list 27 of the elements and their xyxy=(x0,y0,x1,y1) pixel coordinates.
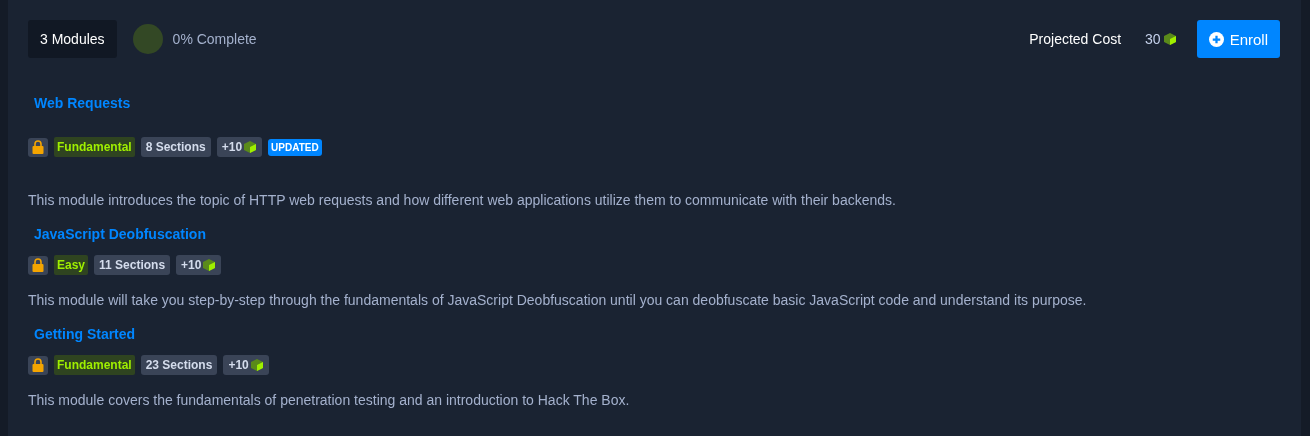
progress-ring xyxy=(132,24,163,54)
module-count: 3 Modules xyxy=(28,20,117,58)
difficulty-badge: Easy xyxy=(54,255,89,275)
module-title[interactable]: Getting Started xyxy=(34,326,136,342)
module-title[interactable]: Web Requests xyxy=(34,95,131,111)
sections-badge: 11 Sections xyxy=(94,255,171,275)
module-description: This module will take you step-by-step through the fundamentals of JavaScript Deobfuscation until you can deobfuscate basic JavaScript code and understand its purpose. xyxy=(28,292,1088,308)
reward-badge: +10 xyxy=(176,255,222,275)
cost-label: Projected Cost xyxy=(1029,31,1122,47)
cost-value: 30 xyxy=(1145,31,1161,47)
progress-label: 0% Complete xyxy=(172,31,257,47)
reward-badge: +10 xyxy=(216,137,263,157)
module-description: This module covers the fundamentals of penetration testing and an introduction to Hack The Box. xyxy=(28,392,631,408)
plus-icon xyxy=(1208,31,1224,47)
enroll-button[interactable]: Enroll xyxy=(1196,20,1280,58)
cube-icon xyxy=(249,358,264,372)
reward-badge: +10 xyxy=(223,355,269,375)
cube-icon xyxy=(243,140,258,154)
updated-badge: UPDATED xyxy=(268,138,322,156)
difficulty-badge: Fundamental xyxy=(54,355,135,375)
module-description: This module introduces the topic of HTTP web requests and how different web applications utilize them to communicate with their backends. xyxy=(28,192,897,208)
difficulty-badge: Fundamental xyxy=(54,137,135,157)
cube-icon xyxy=(1162,32,1177,46)
sections-badge: 8 Sections xyxy=(140,137,211,157)
cube-icon xyxy=(202,258,217,272)
sections-badge: 23 Sections xyxy=(140,355,218,375)
module-title[interactable]: JavaScript Deobfuscation xyxy=(34,226,206,242)
